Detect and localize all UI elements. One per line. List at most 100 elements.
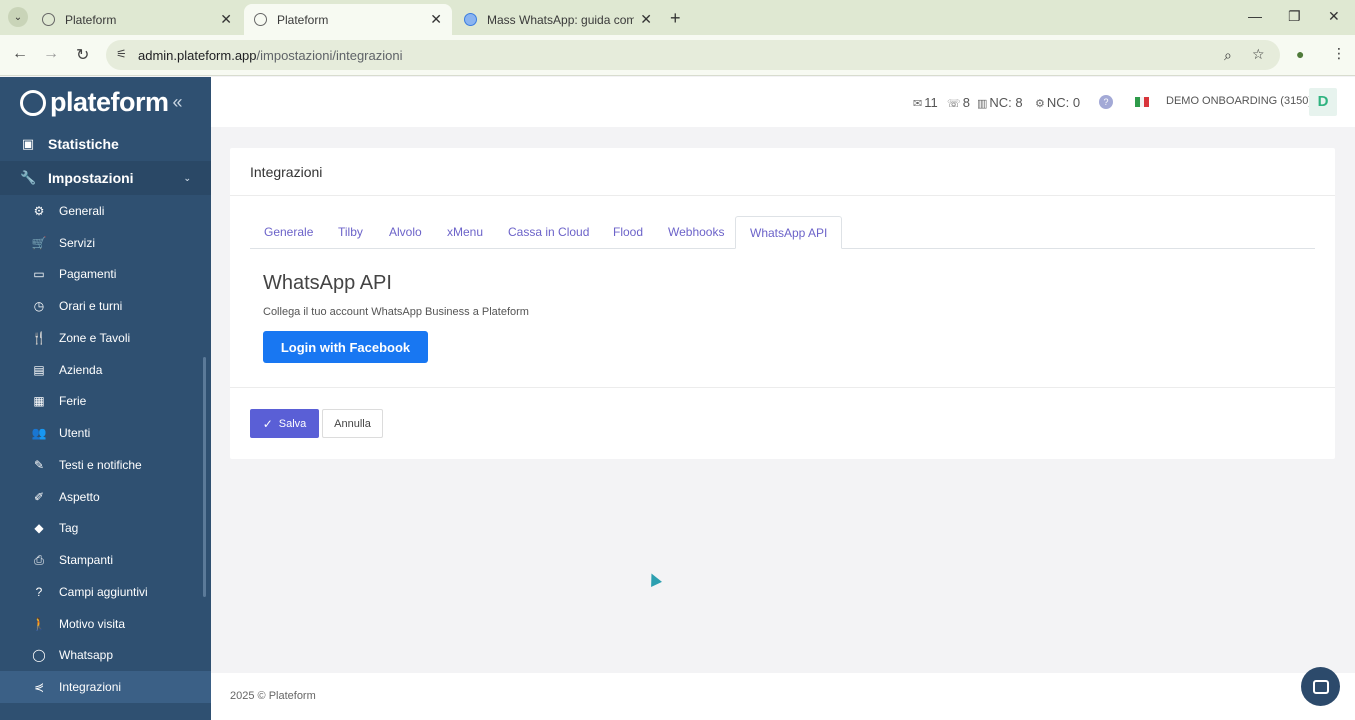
chevron-down-icon: ⌄ [13, 11, 23, 23]
browser-tab-1[interactable]: Plateform ✕ [32, 4, 242, 35]
topbar: ✉ 11 ☏ 8 ▥ NC: 8 ⚙ NC: 0 ? DEMO ONBOARDING (… [211, 77, 1355, 127]
stat-users[interactable]: ⚙ NC: 0 [1035, 95, 1080, 110]
stat-value: NC: 8 [989, 95, 1023, 110]
close-icon[interactable]: ✕ [640, 11, 652, 28]
sidebar-item-integrazioni[interactable]: ⋞ Integrazioni [0, 671, 211, 703]
card-icon: ▭ [33, 267, 45, 281]
clock-icon: ◷ [33, 299, 45, 313]
close-icon[interactable]: ✕ [220, 11, 232, 28]
tab-whatsapp-api[interactable]: WhatsApp API [735, 216, 843, 249]
sidebar-item-label: Servizi [59, 236, 96, 250]
sidebar-item-tag[interactable]: ◆ Tag [0, 512, 211, 544]
tab-xmenu[interactable]: xMenu [433, 216, 497, 249]
sidebar-item-zone-e-tavoli[interactable]: 🍴 Zone e Tavoli [0, 322, 211, 354]
tab-search-button[interactable]: ⌄ [8, 7, 28, 27]
sidebar-item-motivo-visita[interactable]: 🚶 Motivo visita [0, 608, 211, 640]
sidebar-item-label: Integrazioni [59, 680, 122, 694]
tab-title: Plateform [65, 12, 117, 27]
stat-messages[interactable]: ✉ 11 [913, 95, 938, 110]
restore-icon[interactable]: ❐ [1288, 8, 1301, 25]
sidebar-item-label: Utenti [59, 426, 91, 440]
sidebar-item-whatsapp[interactable]: ◯ Whatsapp [0, 639, 211, 671]
mouse-cursor-icon [646, 571, 662, 587]
tab-cassa-in-cloud[interactable]: Cassa in Cloud [494, 216, 603, 249]
stat-calls[interactable]: ☏ 8 [947, 95, 970, 110]
sidebar-item-aspetto[interactable]: ✐ Aspetto [0, 481, 211, 513]
italian-flag-icon[interactable] [1135, 97, 1150, 107]
browser-menu-icon[interactable]: ⋮ [1332, 45, 1346, 62]
back-arrow-icon[interactable]: ← [12, 45, 28, 63]
sidebar-item-generali[interactable]: ⚙ Generali [0, 195, 211, 227]
help-icon[interactable]: ? [1099, 95, 1113, 109]
sidebar-item-testi-e-notifiche[interactable]: ✎ Testi e notifiche [0, 449, 211, 481]
login-with-facebook-button[interactable]: Login with Facebook [263, 331, 428, 363]
sidebar-item-orari-e-turni[interactable]: ◷ Orari e turni [0, 290, 211, 322]
sidebar-item-servizi[interactable]: 🛒 Servizi [0, 227, 211, 259]
chat-launcher-button[interactable] [1301, 667, 1340, 706]
whatsapp-icon: ◯ [32, 648, 46, 662]
reload-icon[interactable]: ↻ [76, 45, 89, 65]
sidebar-item-ferie[interactable]: ▦ Ferie [0, 385, 211, 417]
sidebar-item-label: Generali [59, 204, 105, 218]
tab-flood[interactable]: Flood [599, 216, 657, 249]
wrench-icon: 🔧 [20, 170, 37, 185]
page-title: Integrazioni [250, 164, 323, 180]
avatar[interactable]: D [1309, 88, 1337, 116]
sidebar-item-label: Stampanti [59, 553, 114, 567]
check-icon: ✓ [262, 416, 273, 431]
sidebar: plateform « ▣ Statistiche 🔧 Impostazioni… [0, 77, 211, 720]
address-bar[interactable]: ⚟ admin.plateform.app/impostazioni/integ… [106, 40, 1280, 70]
pane-description: Collega il tuo account WhatsApp Business… [263, 306, 529, 318]
url-text[interactable]: admin.plateform.app/impostazioni/integra… [138, 48, 402, 63]
sidebar-item-label: Motivo visita [59, 617, 126, 631]
tab-webhooks[interactable]: Webhooks [654, 216, 738, 249]
window-close-icon[interactable]: ✕ [1328, 8, 1340, 25]
sidebar-section-statistiche[interactable]: ▣ Statistiche [0, 127, 211, 161]
forward-arrow-icon[interactable]: → [43, 45, 59, 63]
cancel-button[interactable]: Annulla [322, 409, 383, 438]
phone-icon: ☏ [947, 98, 961, 110]
globe-favicon-icon [464, 13, 477, 26]
bookmark-star-icon[interactable]: ☆ [1252, 46, 1265, 63]
sidebar-section-label: Impostazioni [48, 170, 134, 186]
plateform-logo[interactable]: plateform « [20, 87, 183, 118]
new-tab-icon[interactable]: + [670, 8, 681, 29]
minimize-icon[interactable]: ― [1248, 8, 1262, 24]
collapse-sidebar-icon[interactable]: « [173, 92, 183, 113]
close-icon[interactable]: ✕ [430, 11, 442, 28]
sidebar-item-azienda[interactable]: ▤ Azienda [0, 354, 211, 386]
card-header: Integrazioni [230, 148, 1335, 196]
tab-title: Plateform [277, 12, 329, 27]
chart-icon: ▣ [21, 136, 35, 151]
sidebar-item-label: Pagamenti [59, 267, 117, 281]
stat-value: NC: 0 [1046, 95, 1081, 110]
sidebar-item-label: Zone e Tavoli [59, 331, 131, 345]
sidebar-item-utenti[interactable]: 👥 Utenti [0, 417, 211, 449]
stat-book[interactable]: ▥ NC: 8 [977, 95, 1023, 110]
tab-generale[interactable]: Generale [250, 216, 327, 249]
sidebar-section-impostazioni[interactable]: 🔧 Impostazioni ⌄ [0, 161, 211, 195]
chevron-down-icon: ⌄ [183, 172, 191, 183]
url-host: admin.plateform.app [138, 48, 257, 63]
sidebar-item-campi-aggiuntivi[interactable]: ? Campi aggiuntivi [0, 576, 211, 608]
account-name[interactable]: DEMO ONBOARDING (3150) [1166, 95, 1312, 107]
profile-icon[interactable]: ● [1296, 46, 1304, 62]
logo-ring-icon [20, 89, 46, 116]
sidebar-item-stampanti[interactable]: ⎙ Stampanti [0, 544, 211, 576]
zoom-icon[interactable]: ⌕ [1224, 47, 1232, 64]
tab-alvolo[interactable]: Alvolo [375, 216, 436, 249]
save-button[interactable]: ✓ Salva [250, 409, 319, 438]
tab-tilby[interactable]: Tilby [324, 216, 377, 249]
browser-tab-3[interactable]: Mass WhatsApp: guida comple ✕ [454, 4, 662, 35]
cancel-label: Annulla [334, 417, 371, 430]
calendar-icon: ▦ [33, 394, 45, 408]
cart-icon: 🛒 [31, 236, 47, 250]
sidebar-item-label: Aspetto [59, 490, 100, 504]
site-settings-icon[interactable]: ⚟ [116, 47, 127, 61]
browser-tab-2[interactable]: Plateform ✕ [244, 4, 452, 35]
sidebar-scrollbar[interactable] [203, 357, 206, 597]
sidebar-item-label: Whatsapp [59, 648, 114, 662]
sidebar-item-pagamenti[interactable]: ▭ Pagamenti [0, 258, 211, 290]
tag-icon: ◆ [34, 521, 44, 535]
plateform-favicon-icon [42, 13, 55, 26]
